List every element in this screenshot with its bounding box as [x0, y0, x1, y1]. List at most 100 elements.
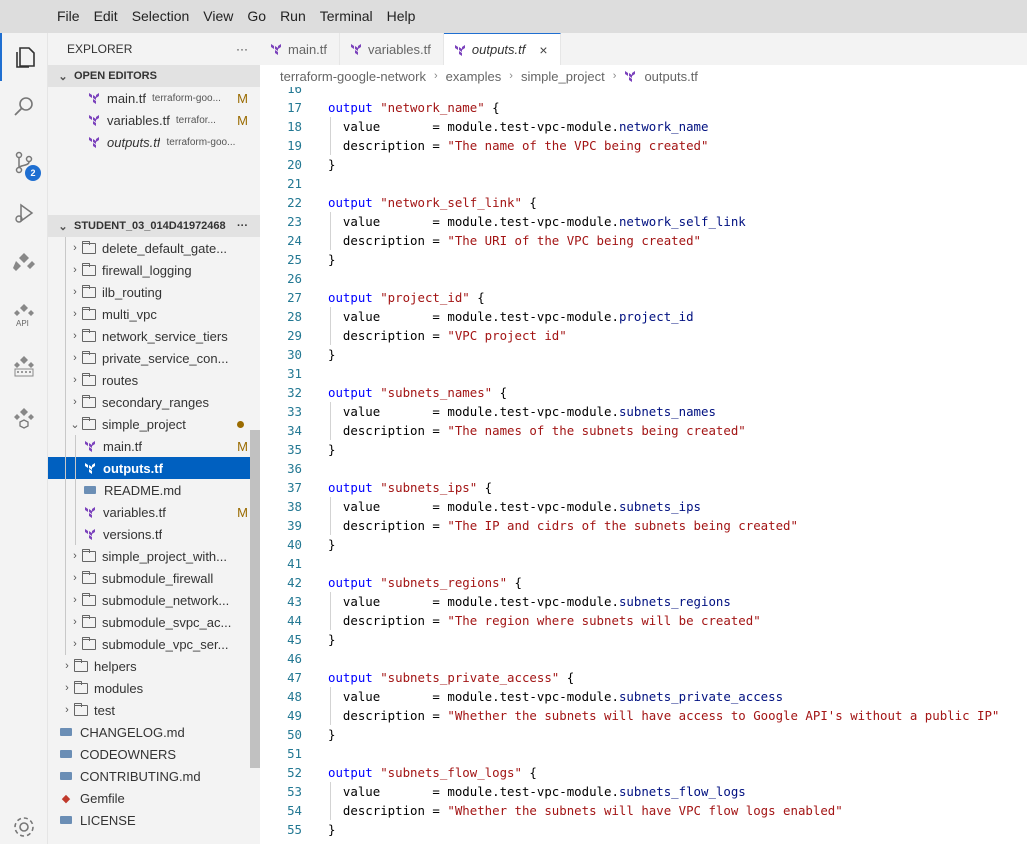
tree-item-label: secondary_ranges	[102, 394, 209, 410]
line-number: 30	[287, 347, 302, 362]
code-line: description = "The names of the subnets …	[328, 421, 1027, 440]
tree-item[interactable]: variables.tf M	[48, 501, 260, 523]
tree-item[interactable]: › firewall_logging	[48, 259, 260, 281]
tree-item[interactable]: ⌄ simple_project	[48, 413, 260, 435]
tree-item[interactable]: › submodule_firewall	[48, 567, 260, 589]
open-editor-item[interactable]: outputs.tf terraform-goo...	[48, 131, 260, 153]
line-number: 50	[287, 727, 302, 742]
secrets-activity[interactable]	[0, 343, 48, 391]
open-editors-header[interactable]: ⌄ OPEN EDITORS	[48, 65, 260, 87]
breadcrumb-item[interactable]: examples	[446, 69, 502, 84]
tree-item[interactable]: outputs.tf	[48, 457, 260, 479]
menu-item-file[interactable]: File	[50, 0, 87, 33]
breadcrumb-item[interactable]: terraform-google-network	[280, 69, 426, 84]
tree-item[interactable]: CODEOWNERS	[48, 743, 260, 765]
menu-item-help[interactable]: Help	[380, 0, 423, 33]
code-token: subnets_private_access	[618, 689, 784, 704]
chevron-right-icon: ›	[612, 70, 617, 82]
close-icon[interactable]: ×	[539, 42, 547, 58]
cloud-code-activity[interactable]	[0, 239, 48, 287]
tree-item-label: private_service_con...	[102, 350, 229, 366]
code-line: output "subnets_ips" {	[328, 478, 1027, 497]
file-tree: › delete_default_gate... › firewall_logging…	[48, 237, 260, 831]
api-activity[interactable]: API	[0, 291, 48, 339]
open-editor-path: terrafor...	[175, 114, 216, 126]
tree-item[interactable]: CONTRIBUTING.md	[48, 765, 260, 787]
tree-item[interactable]: CHANGELOG.md	[48, 721, 260, 743]
folder-icon	[82, 372, 96, 386]
code-editor[interactable]: 16 17 18 19 20 21 22 23 24 25 26 27 28 29 30 31 32 33 34 35…	[260, 87, 1027, 844]
tree-item[interactable]: › submodule_network...	[48, 589, 260, 611]
tab-variables-tf[interactable]: variables.tf	[340, 33, 444, 65]
sidebar-scrollbar[interactable]	[250, 430, 260, 768]
menu-item-terminal[interactable]: Terminal	[313, 0, 380, 33]
tree-item[interactable]: › routes	[48, 369, 260, 391]
tree-item[interactable]: versions.tf	[48, 523, 260, 545]
workspace-more-button[interactable]: ···	[237, 220, 248, 232]
folder-icon	[82, 570, 96, 584]
scm-badge: 2	[25, 165, 41, 181]
code-line: }	[328, 820, 1027, 839]
tree-item[interactable]: › simple_project_with...	[48, 545, 260, 567]
explorer-activity[interactable]	[0, 33, 48, 81]
line-numbers: 16 17 18 19 20 21 22 23 24 25 26 27 28 29 30 31 32 33 34 35…	[260, 87, 302, 839]
code-token: value = module.test-vpc-module.	[328, 404, 619, 419]
explorer-header: EXPLORER ···	[48, 33, 260, 65]
code-line: }	[328, 725, 1027, 744]
tree-item[interactable]: README.md	[48, 479, 260, 501]
code-content[interactable]: output "network_name" { value = module.t…	[328, 87, 1027, 839]
workspace-header[interactable]: ⌄ STUDENT_03_014D41972468 ···	[48, 215, 260, 237]
code-line: output "subnets_flow_logs" {	[328, 763, 1027, 782]
breadcrumb-item[interactable]: outputs.tf	[644, 69, 697, 84]
source-control-activity[interactable]: 2	[0, 139, 48, 187]
tree-item-label: variables.tf	[103, 504, 166, 520]
open-editor-path: terraform-goo...	[166, 136, 236, 148]
menu-item-edit[interactable]: Edit	[87, 0, 125, 33]
tree-item[interactable]: LICENSE	[48, 809, 260, 831]
menu-item-view[interactable]: View	[196, 0, 240, 33]
folder-icon	[82, 350, 96, 364]
code-token: output	[328, 290, 381, 305]
tree-item[interactable]: › test	[48, 699, 260, 721]
tab-outputs-tf[interactable]: outputs.tf ×	[443, 33, 561, 65]
search-icon	[14, 97, 33, 116]
tree-item[interactable]: main.tf M	[48, 435, 260, 457]
explorer-more-button[interactable]: ···	[236, 42, 248, 56]
menu-item-run[interactable]: Run	[273, 0, 313, 33]
kubernetes-activity[interactable]	[0, 395, 48, 443]
tree-item[interactable]: › submodule_vpc_ser...	[48, 633, 260, 655]
run-debug-activity[interactable]	[0, 189, 48, 237]
tree-item[interactable]: › modules	[48, 677, 260, 699]
file-icon	[60, 750, 72, 758]
breadcrumb-item[interactable]: simple_project	[521, 69, 605, 84]
menu-item-go[interactable]: Go	[240, 0, 273, 33]
tree-item[interactable]: › helpers	[48, 655, 260, 677]
open-editor-item[interactable]: variables.tf terrafor... M	[48, 109, 260, 131]
tree-item[interactable]: › private_service_con...	[48, 347, 260, 369]
settings-activity[interactable]	[0, 803, 48, 844]
code-token: }	[328, 632, 336, 647]
tree-item[interactable]: ◆ Gemfile	[48, 787, 260, 809]
tree-item[interactable]: › network_service_tiers	[48, 325, 260, 347]
tree-item-label: CHANGELOG.md	[80, 724, 185, 740]
code-line: }	[328, 440, 1027, 459]
tab-main-tf[interactable]: main.tf	[260, 33, 341, 65]
tree-item[interactable]: › ilb_routing	[48, 281, 260, 303]
tree-item[interactable]: › secondary_ranges	[48, 391, 260, 413]
folder-icon	[82, 636, 96, 650]
svg-text:API: API	[16, 319, 29, 328]
code-token: subnets_regions	[618, 594, 731, 609]
menu-item-selection[interactable]: Selection	[125, 0, 197, 33]
code-line: output "network_name" {	[328, 98, 1027, 117]
tree-item-label: Gemfile	[80, 790, 125, 806]
tree-item[interactable]: › submodule_svpc_ac...	[48, 611, 260, 633]
line-number: 32	[287, 385, 302, 400]
modified-dot	[237, 421, 244, 428]
search-activity[interactable]	[0, 83, 48, 131]
terraform-icon	[271, 44, 281, 55]
tree-item-label: ilb_routing	[102, 284, 162, 300]
tree-item[interactable]: › multi_vpc	[48, 303, 260, 325]
open-editor-item[interactable]: main.tf terraform-goo... M	[48, 87, 260, 109]
tree-item[interactable]: › delete_default_gate...	[48, 237, 260, 259]
explorer-title: EXPLORER	[67, 42, 133, 56]
